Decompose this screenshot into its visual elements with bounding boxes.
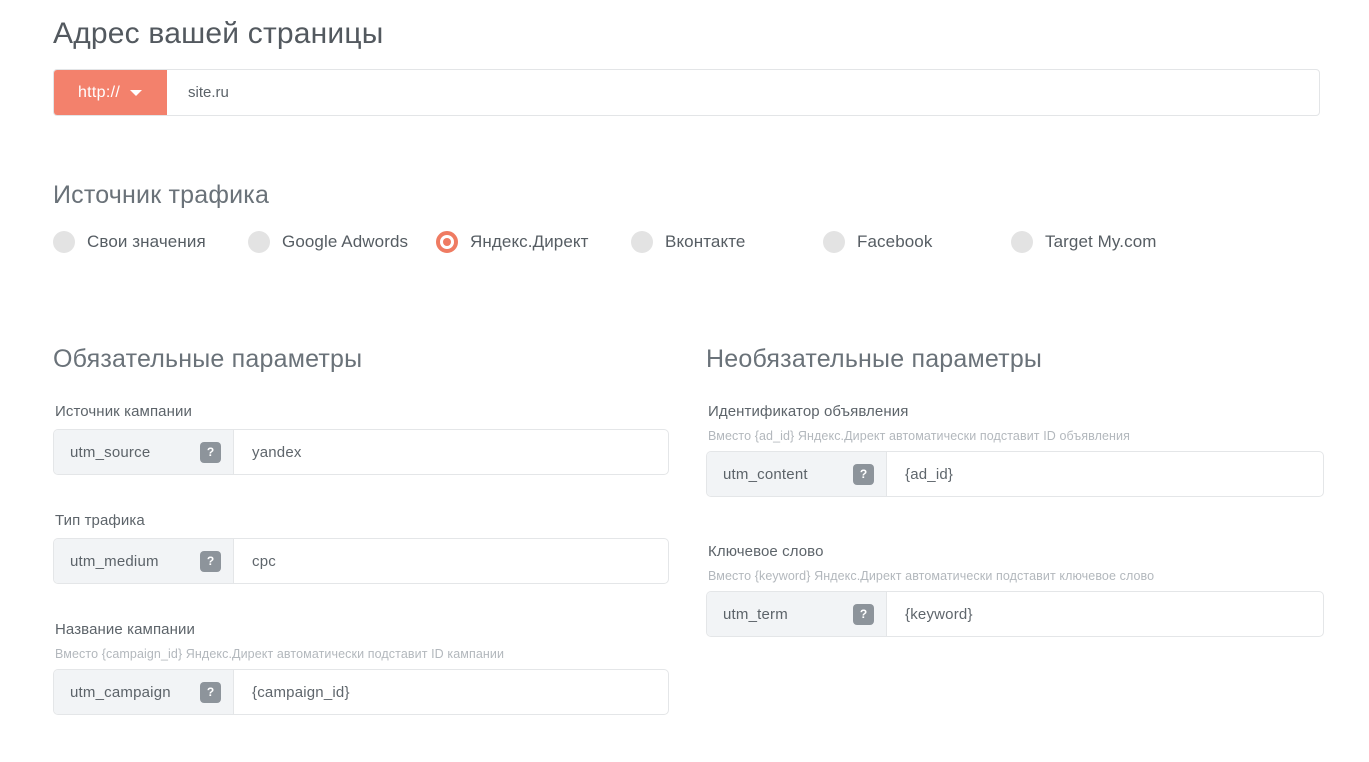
help-icon[interactable]: ? xyxy=(853,463,874,485)
radio-option-target-mycom[interactable]: Target My.com xyxy=(1011,231,1157,253)
field-hint: Вместо {keyword} Яндекс.Директ автоматич… xyxy=(708,569,1155,583)
input-group-utm-campaign: utm_campaign ? xyxy=(53,669,669,715)
param-name-label: utm_campaign xyxy=(70,683,171,701)
param-name-label: utm_content xyxy=(723,465,808,483)
help-icon[interactable]: ? xyxy=(200,550,221,572)
field-utm-source: Источник кампании utm_source ? xyxy=(53,403,669,475)
section-title-required-params: Обязательные параметры xyxy=(53,345,363,373)
page-url-field: http:// xyxy=(53,69,1320,116)
field-label: Ключевое слово xyxy=(708,543,824,560)
field-hint: Вместо {campaign_id} Яндекс.Директ автом… xyxy=(55,647,505,661)
radio-circle-icon xyxy=(248,231,270,253)
radio-label: Google Adwords xyxy=(282,232,409,251)
radio-label: Вконтакте xyxy=(665,232,746,251)
param-name-label: utm_source xyxy=(70,443,151,461)
radio-label: Facebook xyxy=(857,232,933,251)
radio-option-own-values[interactable]: Свои значения xyxy=(53,231,206,253)
utm-campaign-input[interactable] xyxy=(234,670,668,714)
utm-medium-input[interactable] xyxy=(234,539,668,583)
param-prefix: utm_term ? xyxy=(707,592,887,636)
utm-term-input[interactable] xyxy=(887,592,1323,636)
input-group-utm-content: utm_content ? xyxy=(706,451,1324,497)
param-name-label: utm_term xyxy=(723,605,788,623)
chevron-down-icon xyxy=(130,89,143,96)
radio-circle-icon xyxy=(53,231,75,253)
radio-option-vkontakte[interactable]: Вконтакте xyxy=(631,231,745,253)
param-prefix: utm_content ? xyxy=(707,452,887,496)
page-title-address: Адрес вашей страницы xyxy=(53,17,384,50)
param-name-label: utm_medium xyxy=(70,552,159,570)
help-icon[interactable]: ? xyxy=(853,603,874,625)
field-utm-medium: Тип трафика utm_medium ? xyxy=(53,512,669,584)
param-prefix: utm_campaign ? xyxy=(54,670,234,714)
field-utm-campaign: Название кампании Вместо {campaign_id} Я… xyxy=(53,621,669,715)
input-group-utm-medium: utm_medium ? xyxy=(53,538,669,584)
radio-circle-icon xyxy=(631,231,653,253)
traffic-source-radio-group: Свои значения Google Adwords Яндекс.Дире… xyxy=(53,231,1303,265)
radio-label: Яндекс.Директ xyxy=(470,232,589,251)
param-prefix: utm_medium ? xyxy=(54,539,234,583)
radio-circle-icon xyxy=(823,231,845,253)
utm-source-input[interactable] xyxy=(234,430,668,474)
input-group-utm-term: utm_term ? xyxy=(706,591,1324,637)
field-utm-content: Идентификатор объявления Вместо {ad_id} … xyxy=(706,403,1324,497)
field-utm-term: Ключевое слово Вместо {keyword} Яндекс.Д… xyxy=(706,543,1324,637)
utm-builder-page: Адрес вашей страницы http:// Источник тр… xyxy=(0,0,1369,762)
utm-content-input[interactable] xyxy=(887,452,1323,496)
field-label: Идентификатор объявления xyxy=(708,403,909,420)
input-group-utm-source: utm_source ? xyxy=(53,429,669,475)
radio-label: Свои значения xyxy=(87,232,206,251)
radio-option-google-adwords[interactable]: Google Adwords xyxy=(248,231,408,253)
field-label: Название кампании xyxy=(55,621,195,638)
param-prefix: utm_source ? xyxy=(54,430,234,474)
radio-circle-icon xyxy=(1011,231,1033,253)
field-label: Тип трафика xyxy=(55,512,145,529)
field-hint: Вместо {ad_id} Яндекс.Директ автоматичес… xyxy=(708,429,1130,443)
site-url-input[interactable] xyxy=(167,70,1319,115)
scheme-label: http:// xyxy=(77,83,121,101)
help-icon[interactable]: ? xyxy=(200,681,221,703)
help-icon[interactable]: ? xyxy=(200,441,221,463)
field-label: Источник кампании xyxy=(55,403,192,420)
radio-label: Target My.com xyxy=(1045,232,1157,251)
radio-option-facebook[interactable]: Facebook xyxy=(823,231,932,253)
section-title-traffic-source: Источник трафика xyxy=(53,181,270,209)
section-title-optional-params: Необязательные параметры xyxy=(706,345,1043,373)
radio-option-yandex-direct[interactable]: Яндекс.Директ xyxy=(436,231,589,253)
radio-circle-selected-icon xyxy=(436,231,458,253)
scheme-dropdown-button[interactable]: http:// xyxy=(54,70,167,115)
